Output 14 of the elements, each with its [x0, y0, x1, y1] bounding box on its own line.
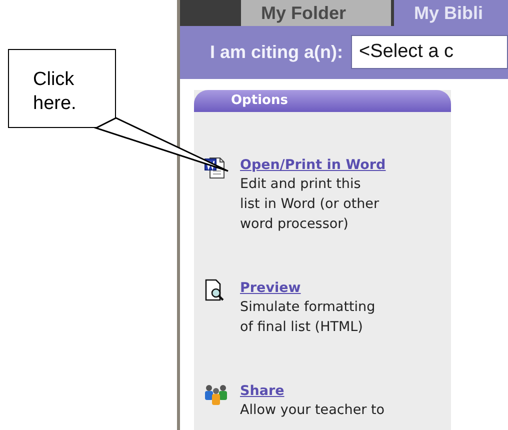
tab[interactable]: My Folder — [241, 0, 391, 26]
options-header: Options — [194, 90, 451, 112]
preview-document-icon[interactable] — [204, 279, 226, 303]
option-link[interactable]: Share — [240, 382, 284, 400]
citation-type-dropdown[interactable]: <Select a c — [351, 35, 508, 70]
citing-label: I am citing a(n): — [210, 42, 344, 63]
option-link[interactable]: Preview — [240, 279, 301, 297]
tab[interactable]: My Bibli — [394, 0, 508, 26]
option-description: Allow your teacher to — [240, 401, 385, 420]
people-icon[interactable] — [204, 382, 228, 406]
option-link[interactable]: Open/Print in Word — [240, 156, 386, 174]
callout-box: Click here. — [8, 49, 116, 128]
option-description: Simulate formatting of final list (HTML) — [240, 298, 376, 337]
option-description: Edit and print this list in Word (or other word processor) — [240, 175, 380, 234]
